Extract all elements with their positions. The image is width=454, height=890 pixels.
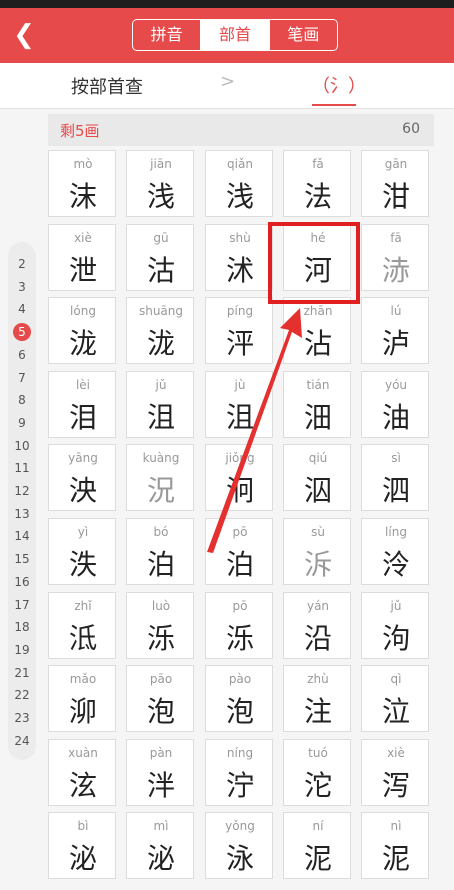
annotation-arrow [207, 308, 302, 553]
arrow-shape [207, 308, 302, 553]
